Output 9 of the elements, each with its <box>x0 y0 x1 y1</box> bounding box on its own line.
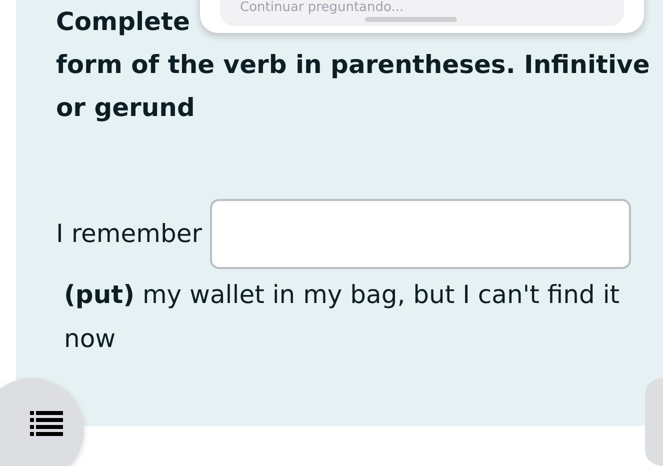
round-button[interactable] <box>645 378 663 466</box>
drag-handle[interactable] <box>365 17 457 22</box>
suggestion-field[interactable]: Continuar preguntando... <box>220 0 624 26</box>
answer-field[interactable] <box>210 199 632 269</box>
instruction-text: form of the verb in parentheses. Infinitive or gerund <box>56 49 651 124</box>
sentence-text: I remember <box>56 218 202 250</box>
instruction-text: Complete <box>56 6 190 38</box>
list-icon <box>30 410 62 438</box>
sentence-text: (put) my wallet in my bag, but I can't find it now <box>63 279 621 355</box>
